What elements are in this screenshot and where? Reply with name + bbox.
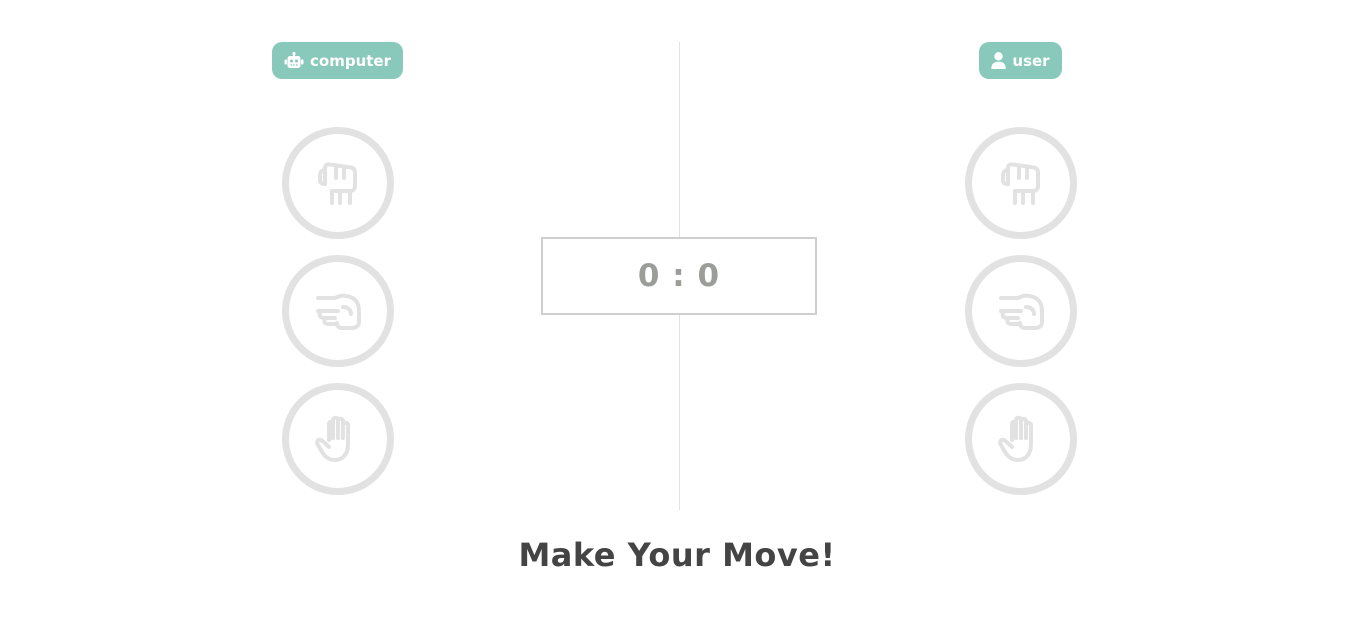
rock-fist-icon bbox=[316, 158, 360, 208]
paper-hand-icon bbox=[998, 414, 1044, 464]
computer-label: computer bbox=[310, 51, 391, 70]
rock-fist-icon bbox=[999, 158, 1043, 208]
computer-choice-rock bbox=[282, 127, 394, 239]
score-box: 0 : 0 bbox=[541, 237, 817, 315]
scissors-hand-icon bbox=[313, 289, 363, 333]
status-message: Make Your Move! bbox=[518, 536, 836, 574]
computer-choice-paper bbox=[282, 383, 394, 495]
computer-score: 0 bbox=[637, 258, 661, 294]
user-choice-rock[interactable] bbox=[965, 127, 1077, 239]
score-separator: : bbox=[660, 258, 698, 294]
user-score: 0 bbox=[697, 258, 721, 294]
paper-hand-icon bbox=[315, 414, 361, 464]
user-choice-scissors[interactable] bbox=[965, 255, 1077, 367]
user-icon bbox=[991, 52, 1007, 69]
robot-icon bbox=[284, 51, 304, 70]
user-label: user bbox=[1012, 51, 1050, 70]
computer-badge: computer bbox=[272, 42, 403, 79]
computer-choice-scissors bbox=[282, 255, 394, 367]
user-badge: user bbox=[979, 42, 1062, 79]
scissors-hand-icon bbox=[996, 289, 1046, 333]
user-choice-paper[interactable] bbox=[965, 383, 1077, 495]
